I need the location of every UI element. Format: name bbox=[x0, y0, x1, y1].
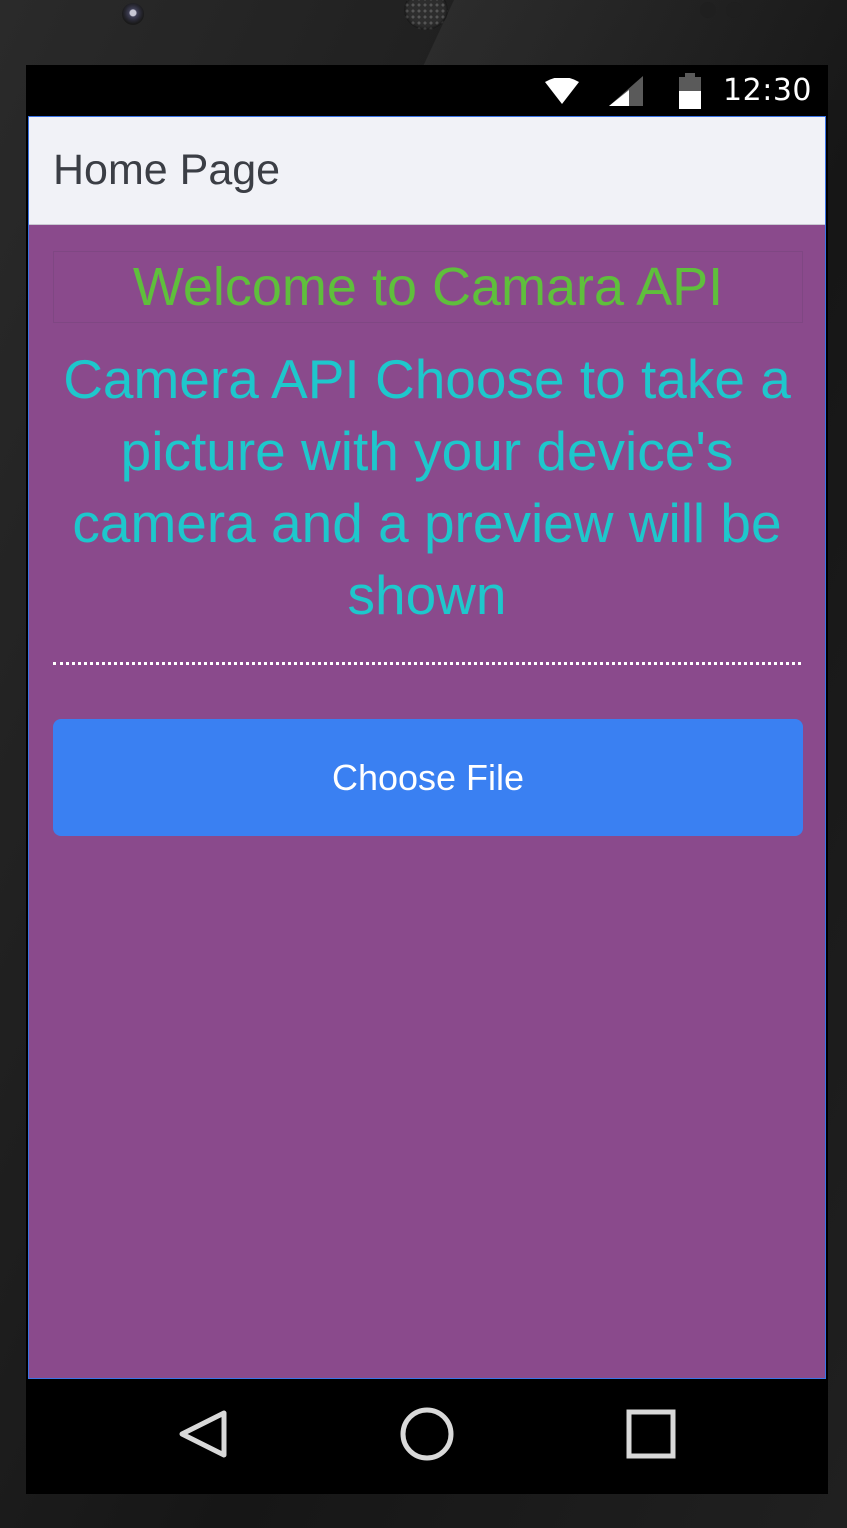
back-icon bbox=[179, 1410, 227, 1458]
home-icon bbox=[400, 1407, 454, 1461]
app-header: Home Page bbox=[29, 117, 825, 225]
navigation-bar bbox=[26, 1379, 828, 1494]
front-camera-icon bbox=[122, 3, 144, 25]
choose-file-button[interactable]: Choose File bbox=[53, 719, 803, 836]
wifi-icon bbox=[545, 77, 580, 104]
status-bar: 12:30 bbox=[26, 65, 828, 116]
phone-device-frame: 12:30 Home Page Welcome to Camara API Ca… bbox=[0, 0, 847, 1528]
battery-icon bbox=[679, 72, 702, 109]
recents-icon bbox=[626, 1409, 676, 1459]
camera-description: Camera API Choose to take a picture with… bbox=[63, 348, 791, 626]
light-sensor-icon bbox=[726, 2, 742, 18]
device-screen: 12:30 Home Page Welcome to Camara API Ca… bbox=[26, 65, 828, 1494]
welcome-heading-container: Welcome to Camara API bbox=[53, 251, 803, 323]
proximity-sensor-icon bbox=[700, 2, 716, 18]
dotted-divider bbox=[53, 662, 801, 665]
recents-button[interactable] bbox=[616, 1399, 686, 1469]
page-title: Home Page bbox=[53, 146, 281, 194]
welcome-heading: Welcome to Camara API bbox=[132, 257, 724, 317]
signal-icon bbox=[609, 75, 644, 106]
status-clock: 12:30 bbox=[723, 73, 812, 108]
status-icons: 12:30 bbox=[545, 65, 812, 116]
back-button[interactable] bbox=[168, 1399, 238, 1469]
app-page: Home Page Welcome to Camara API Camera A… bbox=[28, 116, 826, 1379]
home-button[interactable] bbox=[392, 1399, 462, 1469]
